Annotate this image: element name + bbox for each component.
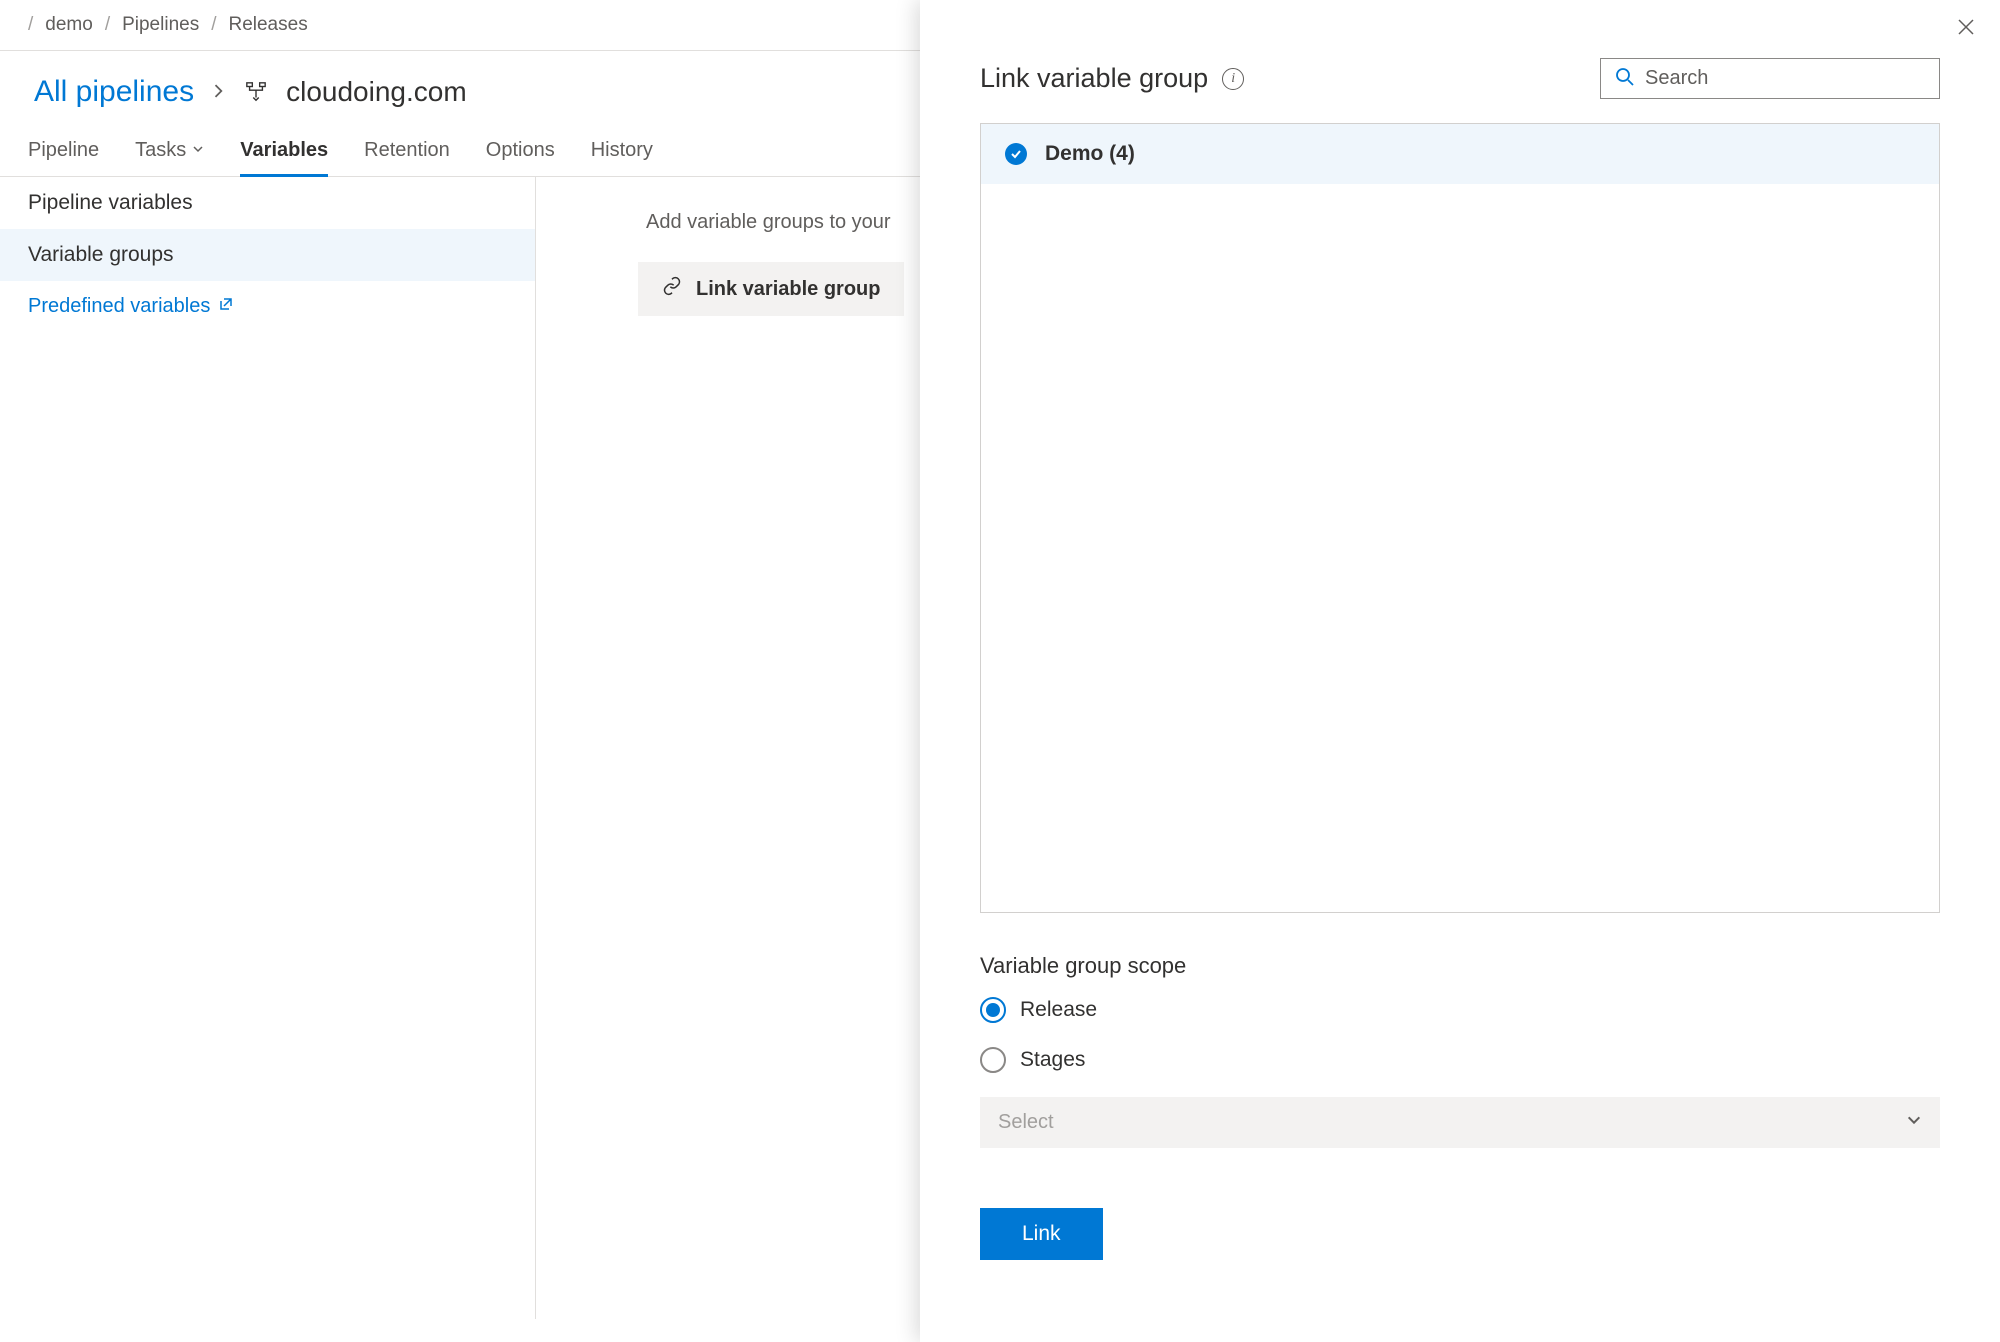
radio-icon xyxy=(980,997,1006,1023)
scope-title: Variable group scope xyxy=(980,953,1940,979)
search-icon xyxy=(1615,67,1635,90)
select-placeholder: Select xyxy=(998,1111,1054,1134)
sidebar-item-pipeline-variables[interactable]: Pipeline variables xyxy=(0,177,535,229)
list-item-demo[interactable]: Demo (4) xyxy=(981,124,1939,184)
variable-group-list: Demo (4) xyxy=(980,123,1940,913)
chevron-right-icon xyxy=(212,81,226,104)
panel-title: Link variable group xyxy=(980,63,1208,94)
search-box[interactable] xyxy=(1600,58,1940,99)
link-variable-group-button[interactable]: Link variable group xyxy=(638,262,904,316)
breadcrumb-separator: / xyxy=(105,14,110,36)
pipeline-icon xyxy=(244,80,268,104)
sidebar-item-variable-groups[interactable]: Variable groups xyxy=(0,229,535,281)
tab-tasks-label: Tasks xyxy=(135,139,186,162)
breadcrumb-item-demo[interactable]: demo xyxy=(45,14,93,36)
radio-icon xyxy=(980,1047,1006,1073)
stages-select[interactable]: Select xyxy=(980,1097,1940,1148)
radio-stages[interactable]: Stages xyxy=(980,1047,1940,1073)
tab-variables[interactable]: Variables xyxy=(240,127,328,177)
tab-tasks[interactable]: Tasks xyxy=(135,127,204,176)
chevron-down-icon xyxy=(1906,1111,1922,1134)
checkmark-icon xyxy=(1005,143,1027,165)
pipeline-name: cloudoing.com xyxy=(286,76,467,108)
breadcrumb-item-releases[interactable]: Releases xyxy=(228,14,307,36)
tab-retention[interactable]: Retention xyxy=(364,127,450,176)
link-icon xyxy=(662,276,682,302)
tab-options[interactable]: Options xyxy=(486,127,555,176)
radio-release[interactable]: Release xyxy=(980,997,1940,1023)
panel-footer: Link xyxy=(920,1148,2000,1300)
tab-pipeline[interactable]: Pipeline xyxy=(28,127,99,176)
external-link-icon xyxy=(218,295,234,318)
radio-stages-label: Stages xyxy=(1020,1048,1085,1072)
scope-section: Variable group scope Release Stages Sele… xyxy=(920,913,2000,1148)
predefined-variables-label: Predefined variables xyxy=(28,295,210,318)
breadcrumb-separator: / xyxy=(28,14,33,36)
search-input[interactable] xyxy=(1645,67,1925,90)
close-icon xyxy=(1956,17,1976,37)
link-button[interactable]: Link xyxy=(980,1208,1103,1260)
all-pipelines-link[interactable]: All pipelines xyxy=(34,75,194,109)
tab-history[interactable]: History xyxy=(591,127,653,176)
variables-sidebar: Pipeline variables Variable groups Prede… xyxy=(0,177,536,1319)
panel-header: Link variable group i xyxy=(920,0,2000,123)
radio-release-label: Release xyxy=(1020,998,1097,1022)
info-icon[interactable]: i xyxy=(1222,68,1244,90)
sidebar-link-predefined-variables[interactable]: Predefined variables xyxy=(0,281,535,332)
breadcrumb-item-pipelines[interactable]: Pipelines xyxy=(122,14,199,36)
breadcrumb-separator: / xyxy=(211,14,216,36)
link-variable-group-panel: Link variable group i Demo (4) Variable … xyxy=(920,0,2000,1342)
close-button[interactable] xyxy=(1956,16,1976,44)
link-variable-group-label: Link variable group xyxy=(696,278,880,301)
list-item-label: Demo (4) xyxy=(1045,142,1135,166)
chevron-down-icon xyxy=(192,143,204,158)
